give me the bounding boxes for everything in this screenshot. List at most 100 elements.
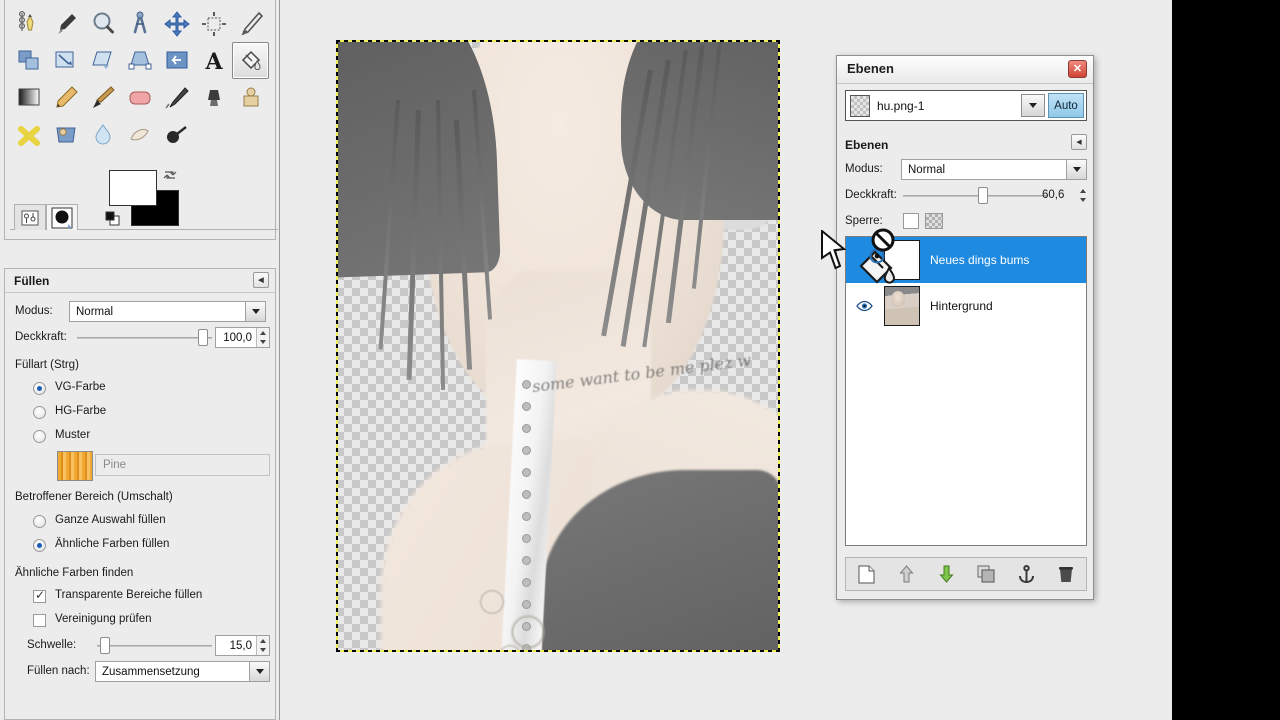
image-content: some want to be me plez w [336,40,780,652]
fill-type-muster-row[interactable]: Muster [5,427,277,449]
collapse-icon[interactable]: ◀ [253,272,269,288]
bucket-fill-tool[interactable] [232,42,269,79]
airbrush-tool[interactable] [158,79,195,116]
layer-opacity-value: 60,6 [1042,189,1065,201]
fill-by-combo[interactable]: Zusammensetzung [95,661,270,682]
layer-opacity-knob[interactable] [978,187,988,204]
chevron-down-icon[interactable] [245,302,265,321]
anchor-icon[interactable] [1013,561,1039,587]
image-chevron-down-icon[interactable] [1021,94,1045,117]
layer-opacity-stepper[interactable] [1077,187,1088,204]
blur-sharpen-tool[interactable] [84,116,121,153]
image-canvas[interactable]: some want to be me plez w [336,40,780,652]
threshold-spinner[interactable]: 15,0 [215,635,270,656]
image-selector-combo[interactable]: hu.png-1 Auto [845,90,1087,121]
color-picker-tool[interactable] [47,5,84,42]
affected-ganze-row[interactable]: Ganze Auswahl füllen [5,512,277,534]
close-icon[interactable]: ✕ [1068,60,1087,78]
text-tool[interactable]: A [195,42,232,79]
layers-collapse-icon[interactable]: ◀ [1071,134,1087,150]
perspective-tool[interactable] [121,42,158,79]
fill-type-hg-row[interactable]: HG-Farbe [5,403,277,425]
opacity-slider-track[interactable] [77,337,212,339]
toolbox-frame: A [4,0,278,240]
layer-name[interactable]: Hintergrund [930,299,993,313]
eraser-tool[interactable] [121,79,158,116]
image-name: hu.png-1 [877,98,925,113]
checkbox-vereinigung-pruefen[interactable] [33,614,46,627]
rotate-tool[interactable] [47,42,84,79]
move-tool[interactable] [158,5,195,42]
fill-by-label: Füllen nach: [27,665,90,677]
perspective-clone-tool[interactable] [47,116,84,153]
pencil-tool[interactable] [47,79,84,116]
lock-alpha-icon[interactable] [925,213,943,229]
paintbrush-tool[interactable] [84,79,121,116]
gradient-tool[interactable] [10,79,47,116]
mode-combo[interactable]: Normal [69,301,266,322]
checkbox-transparente-bereiche[interactable] [33,588,46,603]
brushes-tab[interactable] [46,204,78,230]
radio-muster[interactable] [33,430,46,443]
ink-pen-tool[interactable] [195,79,232,116]
mouse-pointer-icon [820,228,850,277]
trash-icon[interactable] [1053,561,1079,587]
threshold-slider-knob[interactable] [100,637,110,654]
arrow-down-icon[interactable] [933,561,959,587]
bucket-fill-forbidden-cursor [855,228,911,305]
smudge-tool[interactable] [121,116,158,153]
affected-ganze-label: Ganze Auswahl füllen [55,514,166,526]
layers-toolbar [845,557,1087,591]
threshold-slider-track[interactable] [97,645,212,647]
fill-type-vg-row[interactable]: VG-Farbe [5,379,277,401]
radio-ganze-auswahl[interactable] [33,515,46,528]
heal-tool[interactable] [10,116,47,153]
pattern-name[interactable]: Pine [95,454,270,476]
find-similar-label: Ähnliche Farben finden [15,567,134,579]
pattern-swatch[interactable] [57,451,93,481]
opacity-label: Deckkraft: [15,331,67,343]
chevron-down-icon-2[interactable] [249,662,269,681]
layer-opacity-track[interactable] [903,195,1048,197]
zoom-tool[interactable] [84,5,121,42]
measure-tool[interactable] [121,5,158,42]
layer-mode-combo[interactable]: Normal [901,159,1087,180]
fill-type-label: Füllart (Strg) [15,359,79,371]
radio-vg-farbe[interactable] [33,382,46,395]
shear-tool[interactable] [84,42,121,79]
copy-icon[interactable] [973,561,999,587]
lock-pixels-checkbox[interactable] [903,213,919,229]
radio-aehnliche-farben[interactable] [33,539,46,552]
checkbox-transparent-row[interactable]: Transparente Bereiche füllen [5,587,277,609]
new-page-icon[interactable] [853,561,879,587]
dodge-burn-tool[interactable] [158,116,195,153]
image-thumbnail [850,94,870,117]
flip-tool[interactable] [158,42,195,79]
fill-type-muster-label: Muster [55,429,91,441]
opacity-stepper[interactable] [256,328,269,347]
align-tool[interactable] [195,5,232,42]
swap-colors-icon[interactable] [161,166,179,189]
opacity-row: Deckkraft: 100,0 [5,327,277,349]
svg-text:A: A [204,49,223,75]
letterbox-right [1172,0,1280,720]
opacity-spinner[interactable]: 100,0 [215,327,270,348]
ink-tool[interactable] [232,5,269,42]
foreground-color-swatch[interactable] [109,170,157,206]
opacity-slider-knob[interactable] [198,329,208,346]
tool-options-tab[interactable] [14,204,46,230]
crop-tool[interactable] [10,42,47,79]
checkbox-vereinigung-row[interactable]: Vereinigung prüfen [5,611,277,633]
radio-hg-farbe[interactable] [33,406,46,419]
layer-mode-chevron-down-icon[interactable] [1066,160,1086,179]
affected-area-label: Betroffener Bereich (Umschalt) [15,491,173,503]
layer-name[interactable]: Neues dings bums [930,253,1029,267]
threshold-stepper[interactable] [256,636,269,655]
affected-aehnliche-row[interactable]: Ähnliche Farben füllen [5,536,277,558]
layers-titlebar[interactable]: Ebenen ✕ [837,56,1093,84]
arrow-up-icon[interactable] [893,561,919,587]
clone-tool[interactable] [232,79,269,116]
auto-button[interactable]: Auto [1048,93,1084,118]
paths-tool[interactable] [10,5,47,42]
threshold-value: 15,0 [229,639,252,652]
